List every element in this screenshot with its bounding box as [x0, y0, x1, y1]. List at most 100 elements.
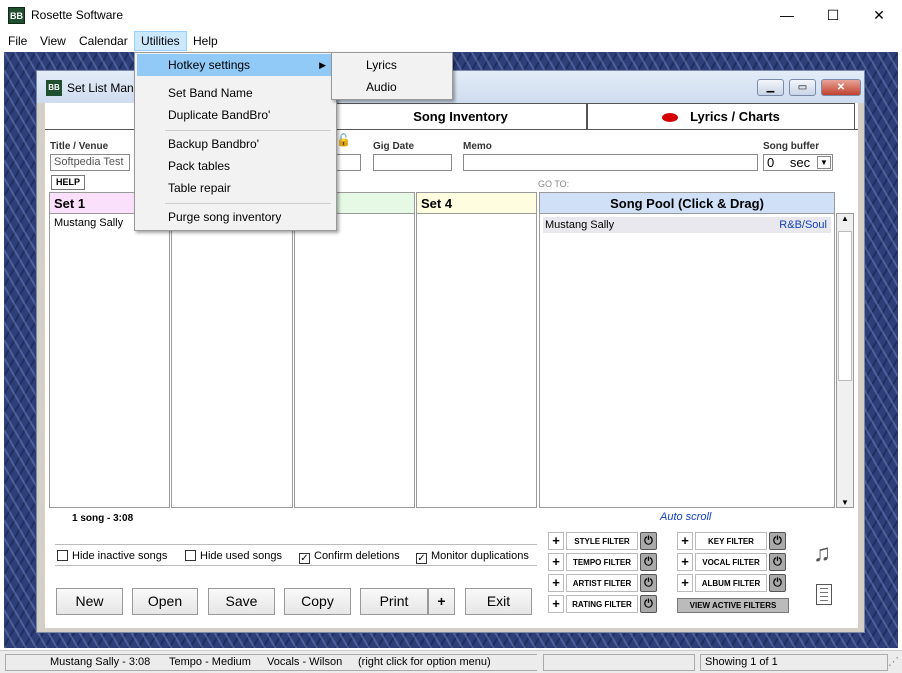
- view-active-filters-button[interactable]: VIEW ACTIVE FILTERS: [677, 598, 789, 613]
- monitor-duplications-checkbox[interactable]: ✓ Monitor duplications: [416, 550, 529, 564]
- menu-item-pack-tables[interactable]: Pack tables: [137, 155, 334, 177]
- close-button[interactable]: ✕: [856, 0, 902, 31]
- song-buffer-select[interactable]: 0 sec ▼: [763, 154, 833, 171]
- power-icon[interactable]: ⏻: [769, 553, 786, 571]
- vocal-filter[interactable]: + VOCAL FILTER ⏻: [677, 553, 787, 571]
- scroll-thumb[interactable]: [838, 231, 852, 381]
- help-button[interactable]: HELP: [51, 175, 85, 190]
- filter-name[interactable]: TEMPO FILTER: [566, 553, 638, 571]
- add-filter-icon[interactable]: +: [548, 574, 564, 592]
- app-icon: BB: [8, 7, 25, 24]
- add-filter-icon[interactable]: +: [548, 595, 564, 613]
- auto-scroll-link[interactable]: Auto scroll: [660, 511, 711, 523]
- set-1-column[interactable]: Set 1 Mustang Sally: [49, 192, 170, 508]
- exit-button[interactable]: Exit: [465, 588, 532, 615]
- power-icon[interactable]: ⏻: [640, 574, 657, 592]
- dialog-close-button[interactable]: ✕: [821, 79, 861, 96]
- menu-item-purge-song-inventory[interactable]: Purge song inventory: [137, 206, 334, 228]
- dialog-maximize-button[interactable]: ▭: [789, 79, 816, 96]
- song-pool-row[interactable]: Mustang Sally R&B/Soul: [543, 217, 831, 233]
- filter-name[interactable]: VOCAL FILTER: [695, 553, 767, 571]
- set-4-header[interactable]: Set 4: [417, 193, 536, 214]
- checkbox-label: Confirm deletions: [314, 550, 400, 562]
- artist-filter[interactable]: + ARTIST FILTER ⏻: [548, 574, 658, 592]
- dialog-minimize-button[interactable]: ▁: [757, 79, 784, 96]
- style-filter[interactable]: + STYLE FILTER ⏻: [548, 532, 658, 550]
- add-filter-icon[interactable]: +: [677, 532, 693, 550]
- power-icon[interactable]: ⏻: [640, 595, 657, 613]
- open-button[interactable]: Open: [132, 588, 198, 615]
- tab-song-inventory[interactable]: Song Inventory: [334, 103, 587, 129]
- hide-used-checkbox[interactable]: Hide used songs: [185, 550, 282, 562]
- memo-input[interactable]: [463, 154, 758, 171]
- menu-item-hotkey-settings[interactable]: Hotkey settings ▶: [137, 54, 334, 76]
- menu-file[interactable]: File: [2, 31, 33, 51]
- copy-button[interactable]: Copy: [284, 588, 351, 615]
- power-icon[interactable]: ⏻: [769, 574, 786, 592]
- resize-grip-icon[interactable]: ⋰: [888, 655, 899, 668]
- app-titlebar: BB Rosette Software — ☐ ✕: [0, 0, 902, 31]
- lock-icon[interactable]: 🔓: [336, 133, 351, 147]
- checkbox-label: Monitor duplications: [431, 550, 529, 562]
- menubar: File View Calendar Utilities Help: [0, 31, 902, 52]
- checkbox-box[interactable]: ✓: [299, 553, 310, 564]
- rating-filter[interactable]: + RATING FILTER ⏻: [548, 595, 658, 613]
- print-plus-button[interactable]: +: [428, 588, 455, 615]
- minimize-button[interactable]: —: [764, 0, 810, 31]
- power-icon[interactable]: ⏻: [769, 532, 786, 550]
- chevron-right-icon: ▶: [319, 60, 326, 70]
- tab-lyrics-charts[interactable]: Lyrics / Charts: [587, 103, 855, 129]
- music-note-icon[interactable]: ♫: [813, 540, 831, 568]
- menu-item-label: Hotkey settings: [168, 58, 251, 72]
- checkbox-box[interactable]: [185, 550, 196, 561]
- filter-name[interactable]: KEY FILTER: [695, 532, 767, 550]
- power-icon[interactable]: ⏻: [640, 532, 657, 550]
- scroll-down-icon[interactable]: ▼: [837, 498, 853, 507]
- maximize-button[interactable]: ☐: [810, 0, 856, 31]
- hide-inactive-checkbox[interactable]: Hide inactive songs: [57, 550, 167, 562]
- filter-name[interactable]: STYLE FILTER: [566, 532, 638, 550]
- song-pool-header[interactable]: Song Pool (Click & Drag): [540, 193, 834, 214]
- menu-utilities[interactable]: Utilities: [134, 31, 187, 51]
- status-song: Mustang Sally - 3:08: [50, 656, 151, 668]
- checkbox-box[interactable]: [57, 550, 68, 561]
- submenu-item-lyrics[interactable]: Lyrics: [334, 54, 450, 76]
- menu-item-duplicate-bandbro[interactable]: Duplicate BandBro': [137, 104, 334, 126]
- document-icon[interactable]: [816, 584, 832, 605]
- set-2-column[interactable]: [171, 192, 293, 508]
- chevron-down-icon[interactable]: ▼: [817, 156, 831, 169]
- filter-name[interactable]: ARTIST FILTER: [566, 574, 638, 592]
- set-3-column[interactable]: [294, 192, 415, 508]
- save-button[interactable]: Save: [208, 588, 275, 615]
- menu-help[interactable]: Help: [187, 31, 224, 51]
- menu-calendar[interactable]: Calendar: [73, 31, 134, 51]
- confirm-deletions-checkbox[interactable]: ✓ Confirm deletions: [299, 550, 400, 564]
- gig-date-label: Gig Date: [373, 141, 415, 152]
- key-filter[interactable]: + KEY FILTER ⏻: [677, 532, 787, 550]
- menu-item-backup[interactable]: Backup Bandbro': [137, 133, 334, 155]
- add-filter-icon[interactable]: +: [548, 553, 564, 571]
- menu-view[interactable]: View: [34, 31, 72, 51]
- title-venue-input[interactable]: Softpedia Test: [50, 154, 130, 171]
- add-filter-icon[interactable]: +: [677, 574, 693, 592]
- tempo-filter[interactable]: + TEMPO FILTER ⏻: [548, 553, 658, 571]
- print-button[interactable]: Print: [360, 588, 428, 615]
- filter-name[interactable]: RATING FILTER: [566, 595, 638, 613]
- scroll-up-icon[interactable]: ▲: [837, 214, 853, 223]
- menu-item-table-repair[interactable]: Table repair: [137, 177, 334, 199]
- checkbox-box[interactable]: ✓: [416, 553, 427, 564]
- hotkey-submenu: Lyrics Audio: [331, 52, 453, 100]
- menu-item-set-band-name[interactable]: Set Band Name: [137, 82, 334, 104]
- add-filter-icon[interactable]: +: [548, 532, 564, 550]
- song-pool-scrollbar[interactable]: ▲ ▼: [836, 213, 854, 508]
- submenu-item-audio[interactable]: Audio: [334, 76, 450, 98]
- song-pool[interactable]: Song Pool (Click & Drag) Mustang Sally R…: [539, 192, 835, 508]
- gig-date-input[interactable]: [373, 154, 452, 171]
- power-icon[interactable]: ⏻: [640, 553, 657, 571]
- new-button[interactable]: New: [56, 588, 123, 615]
- set-4-column[interactable]: Set 4: [416, 192, 537, 508]
- album-filter[interactable]: + ALBUM FILTER ⏻: [677, 574, 787, 592]
- filter-name[interactable]: ALBUM FILTER: [695, 574, 767, 592]
- add-filter-icon[interactable]: +: [677, 553, 693, 571]
- song-pool-title: Mustang Sally: [545, 219, 615, 231]
